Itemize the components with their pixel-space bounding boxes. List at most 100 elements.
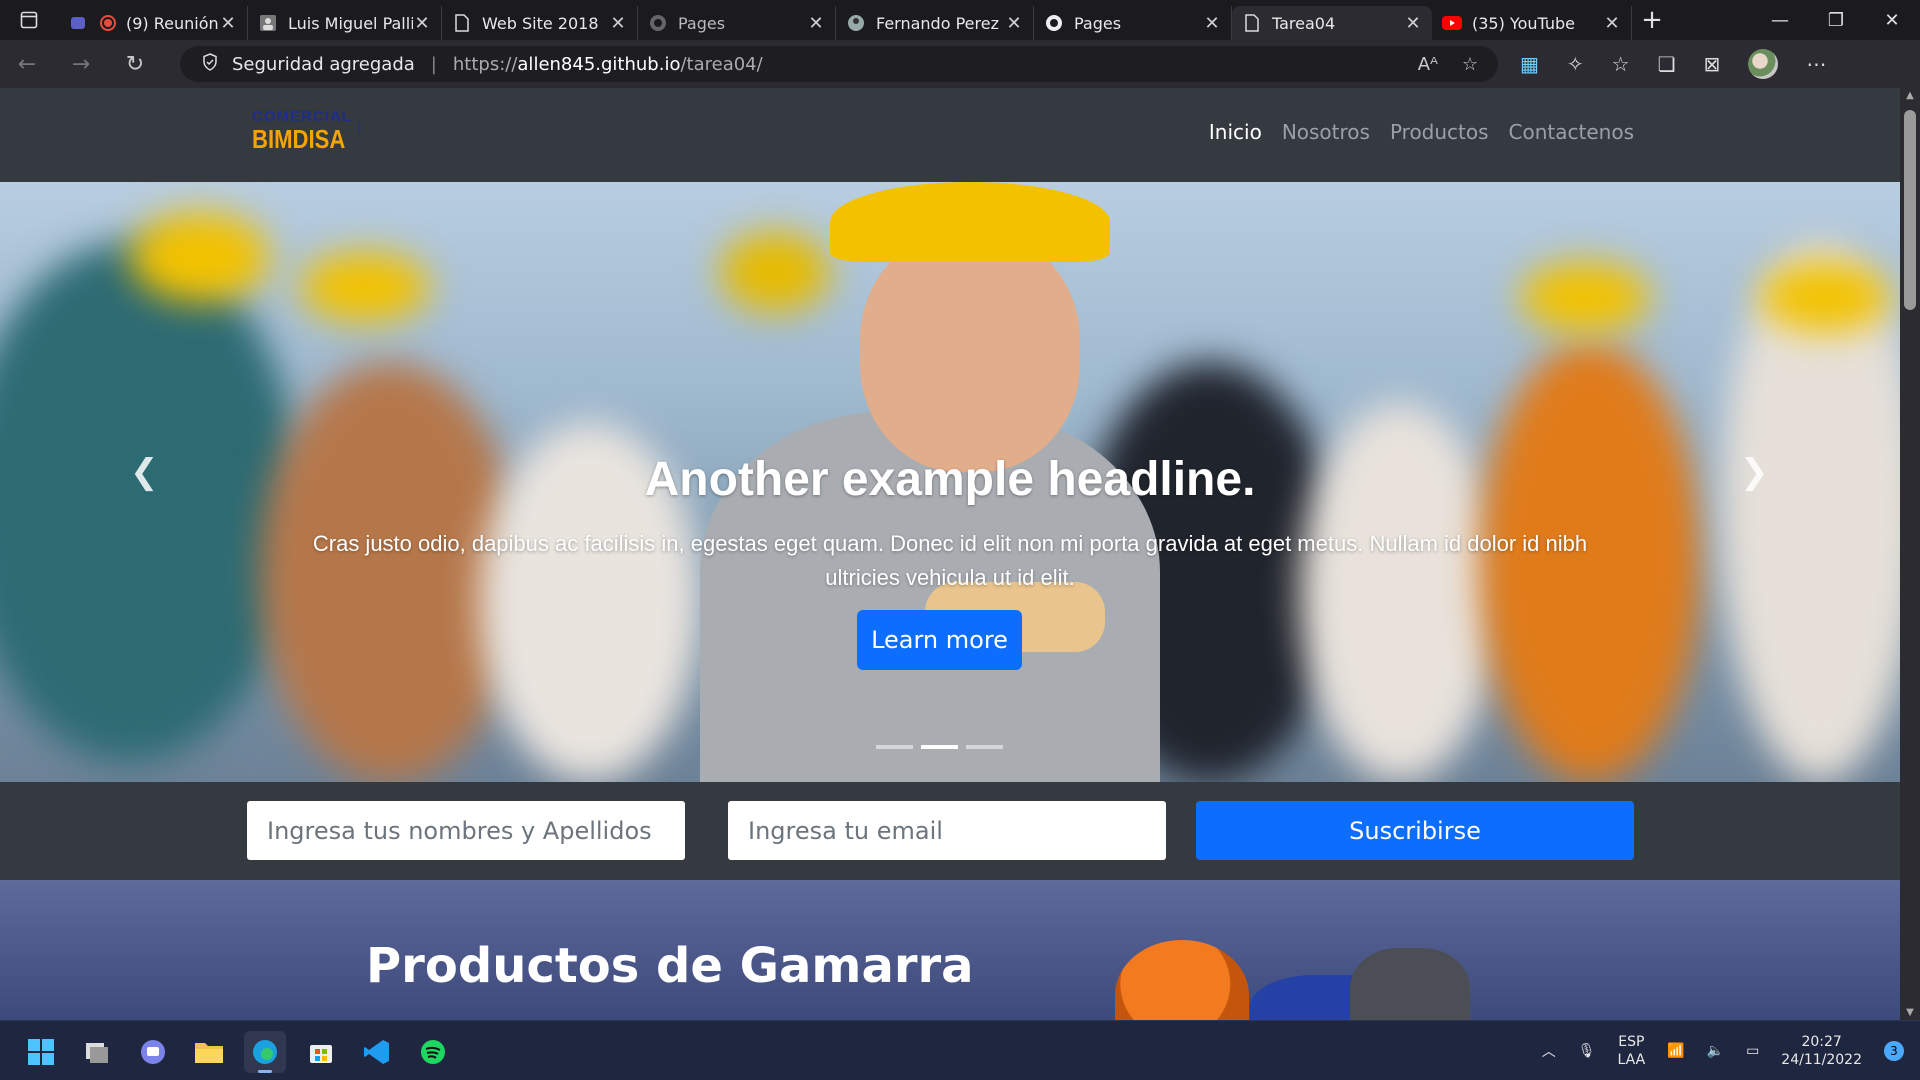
shield-icon[interactable] — [202, 52, 218, 76]
add-favorite-icon[interactable]: ☆ — [1462, 54, 1478, 75]
carousel-headline: Another example headline. — [644, 453, 1256, 506]
page-icon — [1242, 13, 1262, 33]
tab-actions-icon — [20, 11, 38, 29]
youtube-icon — [1442, 13, 1462, 33]
browser-tab[interactable]: (35) YouTube ✕ — [1432, 6, 1632, 40]
carousel-indicator[interactable] — [966, 745, 1003, 749]
nav-link-inicio[interactable]: Inicio — [1209, 120, 1262, 144]
language-indicator[interactable]: ESP LAA — [1618, 1033, 1646, 1069]
close-tab-icon[interactable]: ✕ — [1404, 13, 1422, 34]
subscribe-form: Ingresa tus nombres y Apellidos Ingresa … — [0, 782, 1900, 880]
browser-tab[interactable]: Fernando Perez ✕ — [836, 6, 1034, 40]
close-tab-icon[interactable]: ✕ — [1203, 13, 1221, 34]
chevron-up-icon[interactable]: ︿ — [1542, 1041, 1556, 1061]
nav-link-nosotros[interactable]: Nosotros — [1282, 120, 1370, 144]
profile-avatar[interactable] — [1748, 49, 1779, 79]
system-tray: ︿ 🎙 ESP LAA 📶 🔈 ▭ 20:27 24/11/2022 3 — [1542, 1021, 1904, 1080]
taskbar-apps — [20, 1031, 454, 1073]
worker-face-image — [860, 232, 1080, 472]
url-path: /tarea04/ — [680, 53, 763, 75]
background-helmet-image — [300, 252, 430, 322]
clock[interactable]: 20:27 24/11/2022 — [1781, 1033, 1862, 1069]
minimize-icon[interactable]: — — [1752, 0, 1808, 40]
more-menu-icon[interactable]: ⋯ — [1806, 52, 1826, 76]
edge-icon[interactable] — [244, 1031, 286, 1073]
address-separator: | — [430, 53, 437, 75]
background-helmet-image — [1520, 262, 1650, 332]
store-icon[interactable] — [300, 1031, 342, 1073]
worker-helmet-image — [830, 182, 1110, 262]
wifi-icon[interactable]: 📶 — [1667, 1043, 1684, 1059]
close-tab-icon[interactable]: ✕ — [807, 13, 825, 34]
nav-link-contactenos[interactable]: Contactenos — [1509, 120, 1634, 144]
address-bar[interactable]: Seguridad agregada | https://allen845.gi… — [180, 46, 1498, 82]
carousel-prev-icon[interactable]: ❮ — [130, 452, 159, 492]
tab-title: Tarea04 — [1272, 13, 1336, 33]
close-window-icon[interactable]: ✕ — [1864, 0, 1920, 40]
browser-tab-strip: (9) Reunión c ✕ Luis Miguel Pallin ✕ Web… — [0, 0, 1920, 40]
refresh-icon: ↻ — [125, 51, 145, 77]
page-scrollbar[interactable]: ▲ ▼ — [1900, 88, 1920, 1020]
windows-start-icon[interactable] — [20, 1031, 62, 1073]
restore-icon[interactable]: ❐ — [1808, 0, 1864, 40]
background-helmet-image — [1760, 262, 1890, 332]
email-input[interactable]: Ingresa tu email — [728, 801, 1166, 860]
nav-link-productos[interactable]: Productos — [1390, 120, 1489, 144]
browser-tab-active[interactable]: Tarea04 ✕ — [1232, 6, 1432, 40]
vscode-icon[interactable] — [356, 1031, 398, 1073]
browser-tab[interactable]: (9) Reunión c ✕ — [58, 6, 248, 40]
volume-icon[interactable]: 🔈 — [1707, 1043, 1724, 1059]
close-tab-icon[interactable]: ✕ — [219, 13, 237, 34]
battery-icon[interactable]: ▭ — [1746, 1043, 1759, 1059]
close-tab-icon[interactable]: ✕ — [609, 13, 627, 34]
scroll-down-icon[interactable]: ▼ — [1900, 1007, 1920, 1018]
active-app-indicator — [258, 1070, 272, 1073]
screenshot-icon[interactable]: ⊠ — [1704, 52, 1721, 76]
notification-badge[interactable]: 3 — [1884, 1041, 1904, 1061]
name-input[interactable]: Ingresa tus nombres y Apellidos — [247, 801, 685, 860]
back-button[interactable]: ← — [0, 40, 54, 88]
forward-button[interactable]: → — [54, 40, 108, 88]
collections-icon[interactable]: ❏ — [1658, 52, 1676, 76]
carousel-next-icon[interactable]: ❯ — [1740, 452, 1769, 492]
browser-tab[interactable]: Pages ✕ — [638, 6, 836, 40]
spotify-icon[interactable] — [412, 1031, 454, 1073]
teams-chat-icon[interactable] — [132, 1031, 174, 1073]
file-explorer-icon[interactable] — [188, 1031, 230, 1073]
subscribe-button[interactable]: Suscribirse — [1196, 801, 1634, 860]
scroll-up-icon[interactable]: ▲ — [1900, 90, 1920, 101]
github-icon — [648, 13, 668, 33]
products-heading: Productos de Gamarra — [366, 938, 974, 994]
browser-tab[interactable]: Luis Miguel Pallin ✕ — [248, 6, 442, 40]
task-view-icon[interactable] — [76, 1031, 118, 1073]
site-navbar: COMERCIAL BIMDISA ⁞ Inicio Nosotros Prod… — [0, 88, 1900, 182]
microphone-icon[interactable]: 🎙 — [1578, 1043, 1596, 1059]
forward-arrow-icon: → — [71, 51, 91, 77]
learn-more-button[interactable]: Learn more — [857, 610, 1022, 670]
recording-icon — [98, 13, 118, 33]
browser-tab[interactable]: Pages ✕ — [1034, 6, 1232, 40]
teams-icon — [68, 13, 88, 33]
avatar-icon — [846, 13, 866, 33]
close-tab-icon[interactable]: ✕ — [413, 13, 431, 34]
close-tab-icon[interactable]: ✕ — [1603, 13, 1621, 34]
tab-actions-button[interactable] — [0, 0, 58, 40]
browser-tab[interactable]: Web Site 2018 ✕ — [442, 6, 638, 40]
favorites-icon[interactable]: ☆ — [1612, 52, 1630, 76]
carousel-indicator[interactable] — [876, 745, 913, 749]
refresh-button[interactable]: ↻ — [108, 40, 162, 88]
calculator-extension-icon[interactable]: ▦ — [1520, 52, 1539, 76]
windows-taskbar: ︿ 🎙 ESP LAA 📶 🔈 ▭ 20:27 24/11/2022 3 — [0, 1020, 1920, 1080]
carousel-indicators — [876, 745, 1003, 749]
extensions-icon[interactable]: ✧ — [1567, 52, 1584, 76]
back-arrow-icon: ← — [17, 51, 37, 77]
close-tab-icon[interactable]: ✕ — [1005, 13, 1023, 34]
bimdisa-logo[interactable]: COMERCIAL BIMDISA ⁞ — [252, 108, 362, 164]
gray-shirt-product-image — [1350, 948, 1470, 1020]
scrollbar-thumb[interactable] — [1904, 110, 1916, 310]
new-tab-button[interactable]: + — [1632, 5, 1672, 35]
read-aloud-icon[interactable]: Aᴬ — [1418, 54, 1438, 75]
carousel-indicator-active[interactable] — [921, 745, 958, 749]
page-icon — [452, 13, 472, 33]
logo-line-1: COMERCIAL — [252, 108, 352, 125]
